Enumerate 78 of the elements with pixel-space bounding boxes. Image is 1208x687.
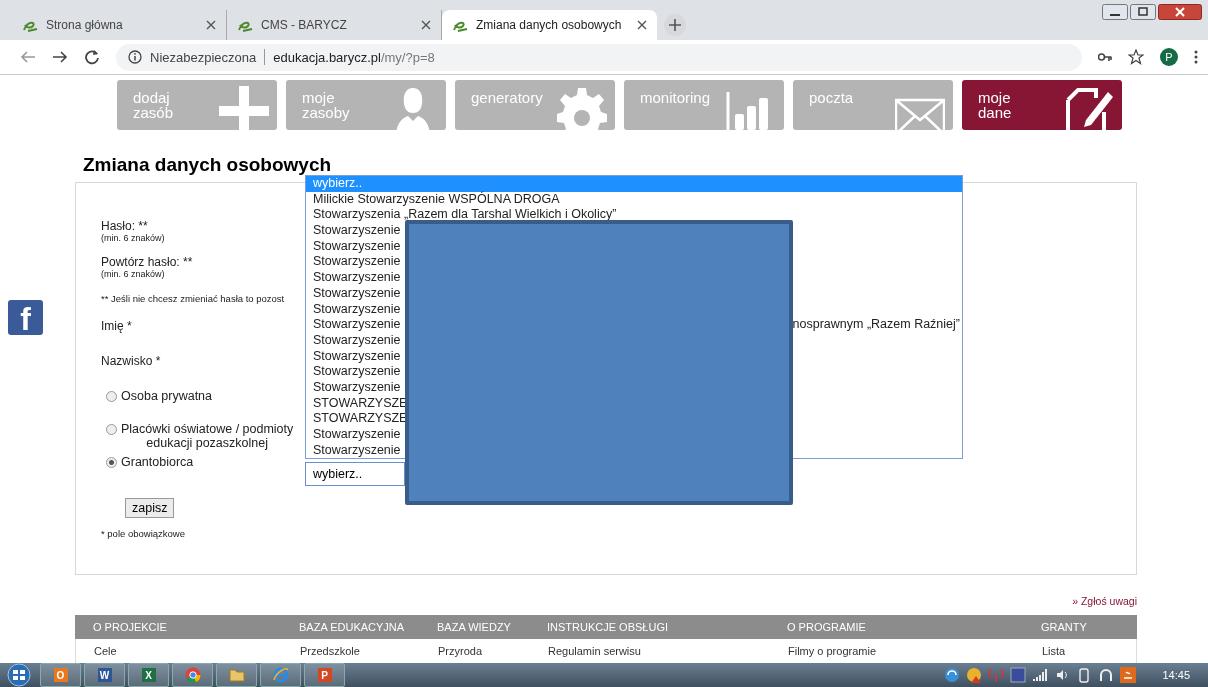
taskbar-app-button[interactable]: X bbox=[128, 663, 169, 687]
profile-avatar[interactable]: P bbox=[1160, 48, 1178, 66]
radio-label: Grantobiorca bbox=[121, 455, 194, 469]
dropdown-option[interactable]: Stowarzyszenie bbox=[313, 270, 401, 286]
warning-icon[interactable] bbox=[966, 667, 983, 683]
dropdown-option[interactable]: Stowarzyszenie bbox=[313, 442, 401, 459]
minimize-icon[interactable] bbox=[1102, 4, 1128, 20]
option-text-fragment: nosprawnym „Razem Raźniej” bbox=[792, 317, 960, 333]
gear-icon bbox=[557, 86, 607, 130]
browser-tab[interactable]: Strona główna bbox=[12, 10, 227, 40]
field-hint: (min. 6 znaków) bbox=[101, 233, 166, 243]
document-pencil-icon bbox=[1064, 86, 1114, 130]
taskbar-app-button[interactable]: P bbox=[304, 663, 345, 687]
app-logo-icon: P bbox=[317, 668, 332, 682]
close-icon[interactable] bbox=[1158, 4, 1202, 20]
dropdown-option[interactable]: Stowarzyszenie bbox=[313, 348, 401, 365]
browser-tab[interactable]: Zmiana danych osobowych bbox=[442, 10, 657, 40]
close-icon[interactable] bbox=[421, 20, 431, 30]
footer-link[interactable]: Regulamin serwisu bbox=[548, 645, 788, 657]
report-link[interactable]: » Zgłoś uwagi bbox=[1072, 595, 1137, 607]
organization-select[interactable]: wybierz.. bbox=[305, 462, 405, 486]
required-note: * pole obowiązkowe bbox=[101, 528, 186, 539]
forward-arrow-icon[interactable] bbox=[52, 50, 68, 64]
chrome-logo-icon bbox=[184, 667, 201, 683]
dropdown-option[interactable]: Stowarzyszenie bbox=[313, 427, 401, 443]
radio-button[interactable] bbox=[106, 391, 117, 402]
nav-tile[interactable]: moje dane bbox=[962, 80, 1122, 130]
dropdown-option[interactable]: STOWARZYSZE bbox=[313, 395, 408, 412]
key-icon[interactable] bbox=[1098, 52, 1112, 62]
save-button[interactable]: zapisz bbox=[125, 498, 175, 518]
dropdown-option[interactable]: Stowarzyszenia „Razem dla Tarshal Wielkich i Okolicy” bbox=[313, 207, 617, 224]
dropdown-option[interactable]: Stowarzyszenie bbox=[313, 285, 401, 302]
taskbar-app-button[interactable] bbox=[172, 663, 213, 687]
radio-button[interactable] bbox=[106, 457, 117, 468]
dropdown-option[interactable]: Stowarzyszenie bbox=[313, 317, 401, 333]
sync-icon[interactable] bbox=[944, 667, 961, 683]
close-icon[interactable] bbox=[637, 20, 647, 30]
address-bar[interactable]: Niezabezpieczona edukacja.barycz.pl/my/?p=8 bbox=[116, 43, 1082, 71]
dropdown-option[interactable]: Stowarzyszenie bbox=[313, 301, 401, 318]
dropdown-option[interactable]: Stowarzyszenie bbox=[313, 223, 401, 239]
restore-icon[interactable] bbox=[1130, 4, 1156, 20]
more-menu-icon[interactable] bbox=[1194, 50, 1198, 64]
info-icon[interactable] bbox=[128, 50, 142, 64]
dropdown-option[interactable]: Stowarzyszenie bbox=[313, 238, 401, 255]
footer-link[interactable]: Filmy o programie bbox=[788, 645, 1042, 657]
facebook-button[interactable]: f bbox=[8, 300, 43, 335]
taskbar-app-button[interactable] bbox=[216, 663, 257, 687]
signal-bars-icon[interactable] bbox=[1032, 667, 1049, 683]
page-title: Zmiana danych osobowych bbox=[83, 153, 333, 177]
app-logo-icon: W bbox=[97, 668, 112, 682]
taskbar-app-button[interactable] bbox=[260, 663, 301, 687]
dropdown-option[interactable]: STOWARZYSZE bbox=[313, 411, 408, 427]
footer-link[interactable]: Przedszkole bbox=[300, 645, 438, 657]
clock[interactable]: 14:45 bbox=[1162, 669, 1190, 681]
radio-label: Placówki oświatowe / podmioty edukacji pozaszkolnej bbox=[121, 422, 294, 450]
taskbar-app-button[interactable]: W bbox=[84, 663, 125, 687]
footer-link[interactable]: Przyroda bbox=[438, 645, 548, 657]
back-arrow-icon[interactable] bbox=[20, 50, 36, 64]
radio-label: Osoba prywatna bbox=[121, 389, 213, 403]
url-text: edukacja.barycz.pl/my/?p=8 bbox=[273, 49, 435, 65]
star-icon[interactable] bbox=[1128, 49, 1144, 65]
dropdown-option[interactable]: Milickie Stowarzyszenie WSPÓLNA DROGA bbox=[313, 191, 560, 208]
app-logo-icon: X bbox=[141, 668, 156, 682]
dropdown-option[interactable]: Stowarzyszenie bbox=[313, 254, 401, 271]
dropdown-option[interactable]: Stowarzyszenie bbox=[313, 332, 401, 349]
folder-icon bbox=[228, 668, 245, 682]
close-icon[interactable] bbox=[206, 20, 216, 30]
reload-icon[interactable] bbox=[84, 49, 100, 65]
app-logo-icon: O bbox=[53, 668, 68, 682]
dropdown-option[interactable]: Stowarzyszenie bbox=[313, 364, 401, 380]
footer-link[interactable]: Lista bbox=[1042, 645, 1136, 657]
footer-link[interactable]: Cele bbox=[94, 645, 300, 657]
browser-logo-icon bbox=[272, 667, 289, 683]
radio-button[interactable] bbox=[106, 424, 117, 435]
new-tab-icon[interactable] bbox=[663, 13, 687, 37]
dropdown-option[interactable]: Stowarzyszenie bbox=[313, 379, 401, 396]
security-label: Niezabezpieczona bbox=[150, 49, 257, 65]
plus-icon bbox=[219, 86, 269, 130]
